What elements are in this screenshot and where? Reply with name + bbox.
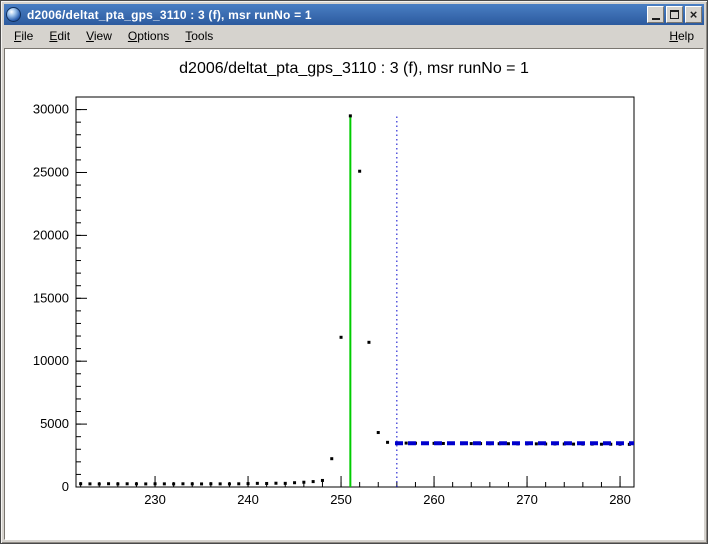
svg-text:10000: 10000 xyxy=(33,353,69,368)
menu-help[interactable]: Help xyxy=(661,27,702,45)
svg-text:30000: 30000 xyxy=(33,102,69,117)
menu-file[interactable]: File xyxy=(6,27,41,45)
window-title: d2006/deltat_pta_gps_3110 : 3 (f), msr r… xyxy=(25,8,643,22)
root-canvas[interactable]: d2006/deltat_pta_gps_3110 : 3 (f), msr r… xyxy=(4,48,704,540)
app-icon[interactable] xyxy=(6,7,21,22)
svg-text:15000: 15000 xyxy=(33,290,69,305)
window-controls: × xyxy=(647,6,702,23)
svg-text:20000: 20000 xyxy=(33,227,69,242)
close-button[interactable]: × xyxy=(685,6,702,23)
menu-options[interactable]: Options xyxy=(120,27,177,45)
close-icon: × xyxy=(690,8,698,21)
svg-text:250: 250 xyxy=(330,492,352,507)
maximize-button[interactable] xyxy=(666,6,683,23)
maximize-icon xyxy=(670,10,679,19)
svg-text:240: 240 xyxy=(237,492,259,507)
menu-tools[interactable]: Tools xyxy=(177,27,221,45)
menu-view[interactable]: View xyxy=(78,27,120,45)
menubar: File Edit View Options Tools Help xyxy=(4,25,704,47)
minimize-icon xyxy=(652,18,660,20)
svg-text:280: 280 xyxy=(609,492,631,507)
svg-text:5000: 5000 xyxy=(40,416,69,431)
minimize-button[interactable] xyxy=(647,6,664,23)
app-window: d2006/deltat_pta_gps_3110 : 3 (f), msr r… xyxy=(0,0,708,544)
svg-text:230: 230 xyxy=(144,492,166,507)
svg-text:260: 260 xyxy=(423,492,445,507)
menu-edit[interactable]: Edit xyxy=(41,27,78,45)
svg-text:0: 0 xyxy=(62,479,69,494)
svg-text:270: 270 xyxy=(516,492,538,507)
titlebar[interactable]: d2006/deltat_pta_gps_3110 : 3 (f), msr r… xyxy=(4,4,704,25)
svg-text:25000: 25000 xyxy=(33,164,69,179)
plot-area[interactable]: 230 240 250 260 270 280 0 5000 10000 15000 20000 25… xyxy=(5,49,703,539)
